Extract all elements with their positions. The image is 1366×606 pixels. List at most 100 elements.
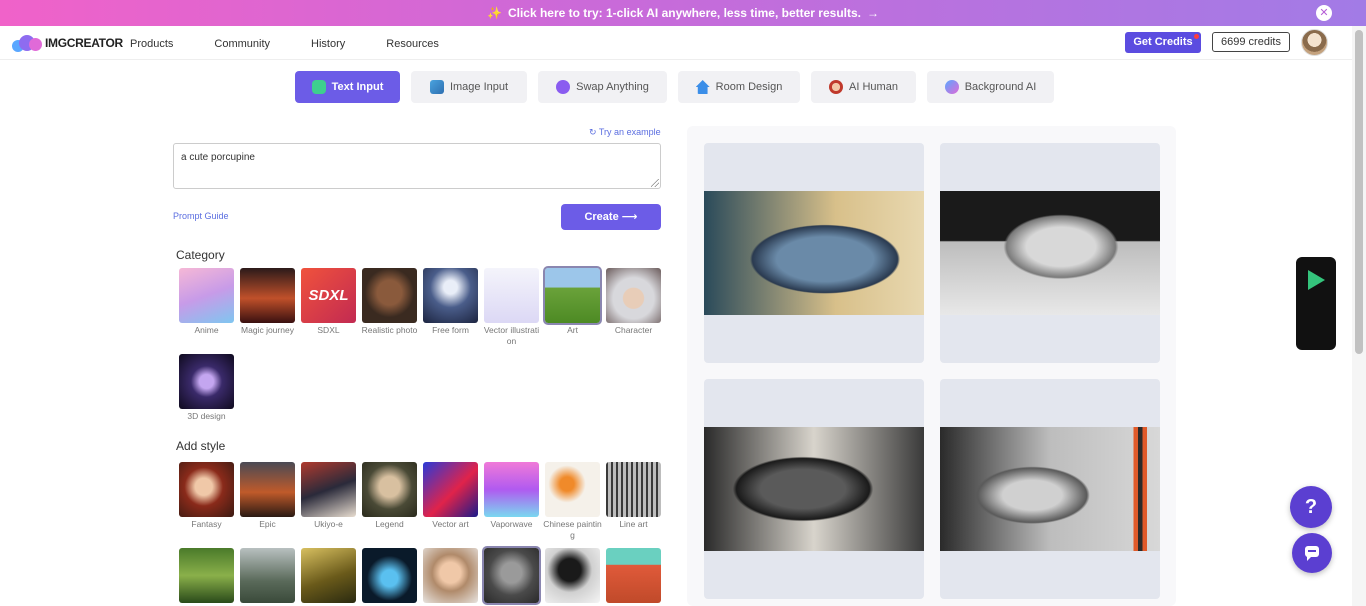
add-style-title: Add style <box>176 439 226 453</box>
style-item[interactable] <box>603 548 664 603</box>
get-credits-button[interactable]: Get Credits <box>1125 32 1201 53</box>
category-title: Category <box>176 248 225 262</box>
help-button[interactable]: ? <box>1290 486 1332 528</box>
style-item[interactable] <box>481 546 542 605</box>
style-item-vaporwave[interactable]: Vaporwave <box>481 462 542 541</box>
style-item[interactable] <box>542 548 603 603</box>
category-thumbnail <box>179 268 234 323</box>
style-thumbnail <box>301 462 356 517</box>
style-label: Ukiyo-e <box>314 519 343 529</box>
tab-label: Background AI <box>964 81 1037 93</box>
category-thumbnail <box>179 354 234 409</box>
logo-mark-icon <box>12 33 42 53</box>
category-label: Realistic photo <box>361 325 418 335</box>
top-nav: IMGCREATOR Products Community History Re… <box>0 26 1352 60</box>
category-label: Art <box>567 325 578 335</box>
style-item[interactable] <box>359 548 420 603</box>
style-item[interactable] <box>176 548 237 603</box>
tab-background-ai[interactable]: Background AI <box>927 71 1054 103</box>
result-card[interactable] <box>940 379 1160 599</box>
category-label: Free form <box>432 325 469 335</box>
style-item[interactable] <box>298 548 359 603</box>
nav-link-community[interactable]: Community <box>214 38 270 50</box>
get-credits-label: Get Credits <box>1133 36 1193 48</box>
style-item[interactable] <box>237 548 298 603</box>
category-item-anime[interactable]: Anime <box>176 268 237 347</box>
sparkle-icon: ✨ <box>487 6 502 20</box>
category-item-3d-design[interactable]: 3D design <box>176 354 237 422</box>
porcupine-image[interactable] <box>940 191 1160 315</box>
category-list: Anime Magic journey SDXL SDXL Realistic … <box>176 266 676 422</box>
category-item-free-form[interactable]: Free form <box>420 268 481 347</box>
result-card[interactable] <box>704 379 924 599</box>
porcupine-image[interactable] <box>940 427 1160 551</box>
scrollbar-thumb[interactable] <box>1355 30 1363 354</box>
style-label: Epic <box>259 519 276 529</box>
result-card[interactable] <box>940 143 1160 363</box>
porcupine-image[interactable] <box>704 191 924 315</box>
style-item-ukiyo-e[interactable]: Ukiyo-e <box>298 462 359 541</box>
category-item-sdxl[interactable]: SDXL SDXL <box>298 268 359 347</box>
page-scrollbar[interactable] <box>1352 26 1366 606</box>
style-thumbnail <box>179 462 234 517</box>
nav-link-history[interactable]: History <box>311 38 345 50</box>
chat-button[interactable] <box>1292 533 1332 573</box>
style-item-chinese-painting[interactable]: Chinese painting <box>542 462 603 541</box>
prompt-input[interactable]: a cute porcupine <box>173 143 661 189</box>
google-play-icon[interactable] <box>1308 270 1325 290</box>
style-thumbnail <box>240 548 295 603</box>
logo[interactable]: IMGCREATOR <box>12 33 123 53</box>
category-item-vector-illustration[interactable]: Vector illustration <box>481 268 542 347</box>
nav-link-resources[interactable]: Resources <box>386 38 439 50</box>
style-label: Vaporwave <box>490 519 533 529</box>
tab-label: Swap Anything <box>576 81 649 93</box>
logo-text: IMGCREATOR <box>45 36 123 50</box>
category-label: SDXL <box>317 325 340 335</box>
style-item[interactable] <box>420 548 481 603</box>
nav-link-products[interactable]: Products <box>130 38 173 50</box>
result-card[interactable] <box>704 143 924 363</box>
style-item-legend[interactable]: Legend <box>359 462 420 541</box>
prompt-value: a cute porcupine <box>181 152 255 163</box>
promo-banner[interactable]: ✨ Click here to try: 1-click AI anywhere… <box>0 0 1366 26</box>
tab-swap-anything[interactable]: Swap Anything <box>538 71 667 103</box>
style-label: Legend <box>375 519 404 529</box>
style-item-epic[interactable]: Epic <box>237 462 298 541</box>
category-label: Anime <box>194 325 219 335</box>
category-label: Magic journey <box>241 325 294 335</box>
category-thumbnail <box>423 268 478 323</box>
create-button[interactable]: Create ⟶ <box>561 204 661 230</box>
category-item-realistic-photo[interactable]: Realistic photo <box>359 268 420 347</box>
avatar[interactable] <box>1301 29 1328 56</box>
tab-text-input[interactable]: Text Input <box>295 71 400 103</box>
style-item-fantasy[interactable]: Fantasy <box>176 462 237 541</box>
promo-text[interactable]: Click here to try: 1-click AI anywhere, … <box>508 6 861 20</box>
category-thumbnail <box>484 268 539 323</box>
category-thumbnail <box>606 268 661 323</box>
tab-ai-human[interactable]: AI Human <box>811 71 916 103</box>
close-icon[interactable]: ✕ <box>1316 5 1332 21</box>
tab-image-input[interactable]: Image Input <box>411 71 527 103</box>
style-thumbnail <box>179 548 234 603</box>
style-thumbnail <box>423 462 478 517</box>
app-store-bar <box>1296 257 1336 350</box>
prompt-guide-link[interactable]: Prompt Guide <box>173 211 229 221</box>
style-thumbnail <box>606 462 661 517</box>
style-item-vector-art[interactable]: Vector art <box>420 462 481 541</box>
tab-label: Image Input <box>449 81 509 93</box>
style-thumbnail <box>545 548 600 603</box>
category-item-character[interactable]: Character <box>603 268 664 347</box>
category-item-magic-journey[interactable]: Magic journey <box>237 268 298 347</box>
style-thumbnail <box>240 462 295 517</box>
tab-room-design[interactable]: Room Design <box>678 71 800 103</box>
result-gallery <box>687 126 1176 606</box>
try-example-link[interactable]: ↻ Try an example <box>589 127 661 138</box>
resize-handle[interactable] <box>651 179 659 187</box>
mode-tabs: Text Input Image Input Swap Anything Roo… <box>295 71 1065 103</box>
porcupine-image[interactable] <box>704 427 924 551</box>
chat-icon <box>1305 546 1319 561</box>
category-item-art[interactable]: Art <box>542 266 603 347</box>
human-icon <box>829 80 844 94</box>
style-item-line-art[interactable]: Line art <box>603 462 664 541</box>
category-thumbnail <box>240 268 295 323</box>
